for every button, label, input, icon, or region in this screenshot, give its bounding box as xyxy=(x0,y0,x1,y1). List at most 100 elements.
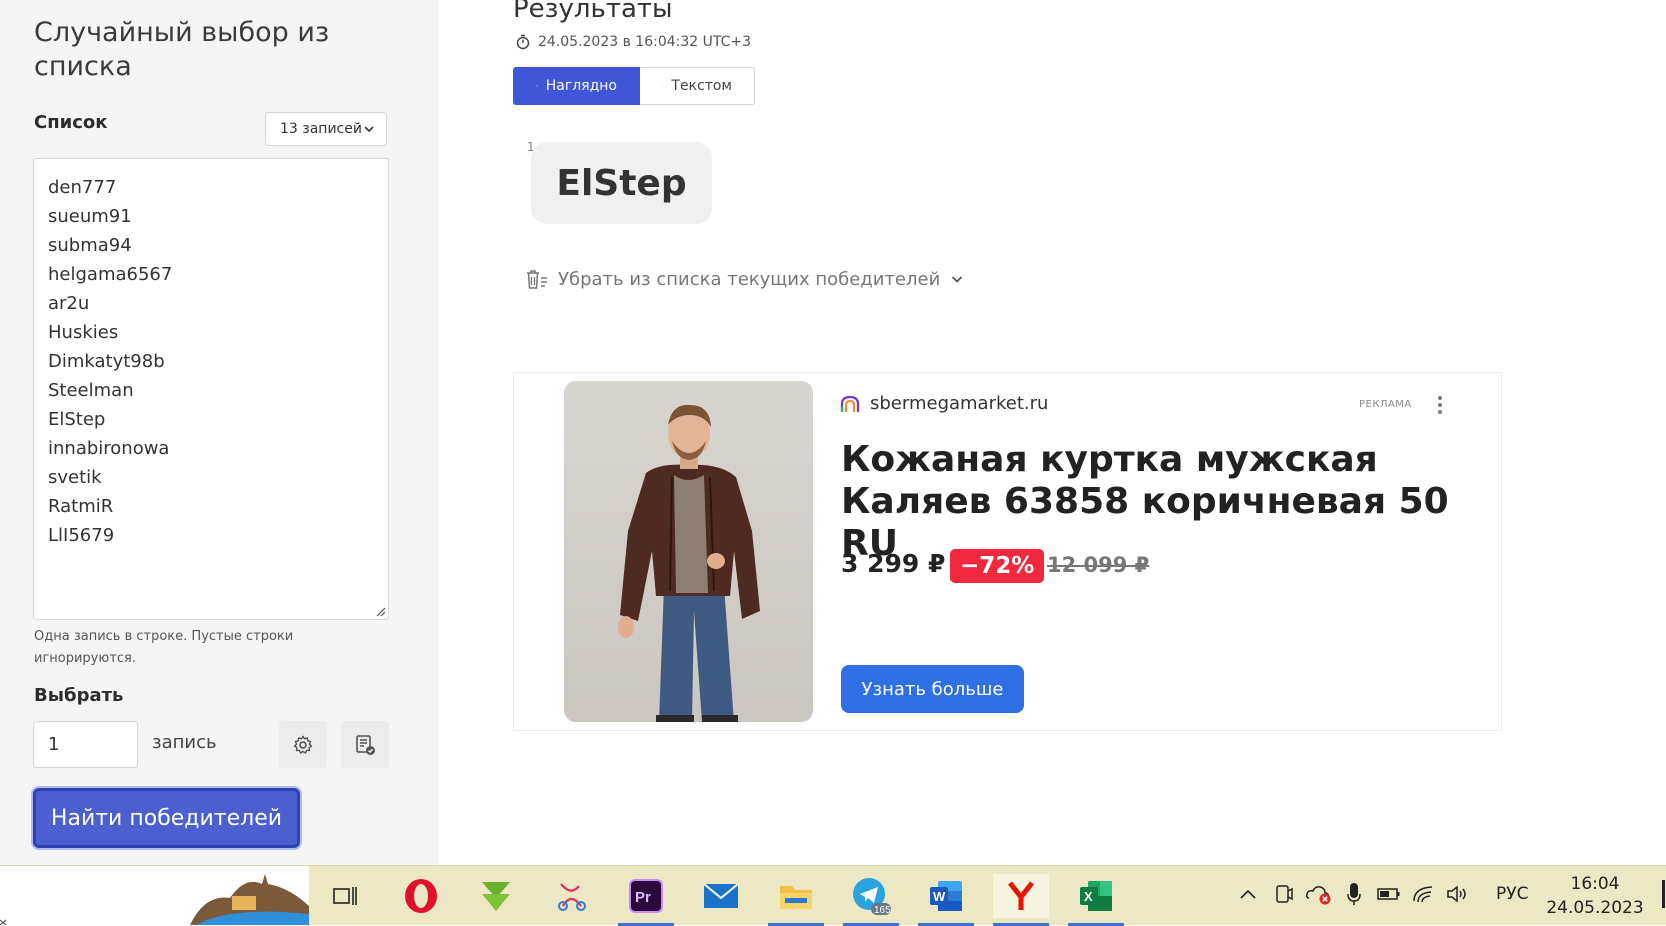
list-entry: innabironowa xyxy=(48,438,170,459)
gear-icon xyxy=(293,735,313,754)
trash-list-icon xyxy=(527,270,547,289)
pick-label: Выбрать xyxy=(34,685,124,706)
wifi-button[interactable] xyxy=(1412,880,1436,908)
ad-label: РЕКЛАМА xyxy=(1359,399,1412,410)
microphone-icon xyxy=(1347,883,1361,905)
battery-button[interactable] xyxy=(1377,880,1401,908)
mail-button[interactable] xyxy=(699,874,743,918)
microphone-button[interactable] xyxy=(1342,880,1366,908)
entry-count-value: 13 записей xyxy=(280,121,362,137)
list-entry: den777 xyxy=(48,177,117,198)
telegram-badge: 165 xyxy=(874,905,891,916)
excel-button[interactable]: X xyxy=(1068,874,1124,926)
language-indicator[interactable]: РУС xyxy=(1496,884,1528,904)
tab-text-label: Текстом xyxy=(671,78,732,94)
frame-icon xyxy=(536,85,538,87)
list-entry: Steelman xyxy=(48,380,134,401)
entry-count-dropdown[interactable]: 13 записей xyxy=(265,112,387,146)
list-entry: sueum91 xyxy=(48,206,132,227)
panel-title: Случайный выбор из списка xyxy=(34,17,330,82)
list-entry: RatmiR xyxy=(48,496,114,517)
telegram-button[interactable]: 165 xyxy=(843,874,899,926)
product-photo[interactable] xyxy=(564,381,813,722)
resize-grip-icon[interactable] xyxy=(374,605,386,617)
list-entry: svetik xyxy=(48,467,102,488)
list-hint: Одна запись в строке. Пустые строки игно… xyxy=(34,629,294,666)
opera-icon xyxy=(405,879,437,913)
list-entry: ElStep xyxy=(48,409,106,430)
stopwatch-icon xyxy=(516,34,530,50)
find-winners-button[interactable]: Найти победителей xyxy=(33,788,300,848)
svg-text:Pr: Pr xyxy=(635,889,651,906)
premiere-pro-button[interactable]: Pr xyxy=(618,874,674,926)
settings-panel: Случайный выбор из списка Список 13 запи… xyxy=(0,0,438,865)
wifi-icon xyxy=(1413,886,1433,903)
quantity-unit: запись xyxy=(152,732,217,753)
ad-domain[interactable]: sbermegamarket.ru xyxy=(840,393,1048,414)
mail-icon xyxy=(703,883,739,908)
task-view-button[interactable] xyxy=(323,874,367,918)
learn-more-button[interactable]: Узнать больше xyxy=(841,665,1024,713)
svg-text:W: W xyxy=(933,889,946,904)
clock-time: 16:04 xyxy=(1570,874,1620,894)
text-icon xyxy=(662,85,664,87)
remove-winners-link[interactable]: Убрать из списка текущих победителей xyxy=(524,268,964,290)
battery-icon xyxy=(1377,888,1400,900)
list-entry: helgama6567 xyxy=(48,264,173,285)
tab-visual[interactable]: Наглядно xyxy=(513,67,640,105)
yandex-browser-button[interactable] xyxy=(993,874,1049,926)
ad-title[interactable]: Кожаная куртка мужская Каляев 63858 кори… xyxy=(841,439,1481,565)
show-hidden-icons-button[interactable] xyxy=(1236,880,1260,908)
search-highlight-image xyxy=(0,866,309,925)
export-button[interactable] xyxy=(341,721,389,768)
list-entry: Dimkatyt98b xyxy=(48,351,165,372)
taskbar: Pr 165 W X РУС 16:04 24.05.2023 xyxy=(0,865,1666,926)
settings-button[interactable] xyxy=(279,721,327,768)
telegram-icon: 165 xyxy=(853,878,891,916)
list-entry: ar2u xyxy=(48,293,90,314)
sbermegamarket-logo-icon xyxy=(840,395,860,412)
excel-icon: X xyxy=(1080,881,1112,911)
entries-list: den777 sueum91 subma94 helgama6567 ar2u Huski… xyxy=(34,159,388,550)
clock-date: 24.05.2023 xyxy=(1546,898,1644,918)
list-entry: subma94 xyxy=(48,235,132,256)
folder-icon xyxy=(780,886,812,909)
opera-button[interactable] xyxy=(399,874,443,918)
entries-textarea[interactable]: den777 sueum91 subma94 helgama6567 ar2u Huski… xyxy=(33,158,389,620)
volume-button[interactable] xyxy=(1446,880,1470,908)
downloader-button[interactable] xyxy=(474,874,518,918)
task-view-icon xyxy=(333,887,357,905)
word-button[interactable]: W xyxy=(918,874,974,926)
advertisement[interactable]: sbermegamarket.ru РЕКЛАМА Кожаная куртка… xyxy=(513,372,1502,731)
file-explorer-button[interactable] xyxy=(768,874,824,926)
svg-text:X: X xyxy=(1084,889,1093,904)
result-timestamp: 24.05.2023 в 16:04:32 UTC+3 xyxy=(516,34,751,50)
ad-domain-text: sbermegamarket.ru xyxy=(870,393,1049,414)
old-price: 12 099 ₽ xyxy=(1047,553,1150,577)
winner-card: ElStep xyxy=(531,142,712,224)
list-entry: LlI5679 xyxy=(48,525,115,546)
scissors-paint-icon xyxy=(558,883,586,911)
man-in-leather-jacket-image xyxy=(564,381,813,722)
quantity-input[interactable] xyxy=(33,721,138,768)
list-label: Список xyxy=(34,112,108,133)
paint-app-button[interactable] xyxy=(549,874,593,918)
view-tabs: Наглядно Текстом xyxy=(513,67,755,105)
taskbar-search-area[interactable] xyxy=(0,866,309,925)
word-icon: W xyxy=(930,881,962,911)
clock[interactable]: 16:04 24.05.2023 xyxy=(1540,872,1650,920)
show-desktop-button[interactable] xyxy=(1662,880,1665,908)
tab-text[interactable]: Текстом xyxy=(640,67,755,105)
cloud-error-icon xyxy=(1306,886,1331,905)
onedrive-status-button[interactable] xyxy=(1305,880,1333,908)
results-title: Результаты xyxy=(513,0,673,24)
timestamp-text: 24.05.2023 в 16:04:32 UTC+3 xyxy=(538,34,752,50)
chevron-down-icon xyxy=(952,276,963,283)
ad-price: 3 299 ₽ xyxy=(841,549,946,578)
meet-now-button[interactable] xyxy=(1272,880,1296,908)
list-entry: Huskies xyxy=(48,322,119,343)
camera-tray-icon xyxy=(1276,885,1293,903)
remove-winners-label: Убрать из списка текущих победителей xyxy=(558,268,941,290)
more-vertical-icon[interactable] xyxy=(1432,393,1448,417)
tab-visual-label: Наглядно xyxy=(545,78,617,94)
